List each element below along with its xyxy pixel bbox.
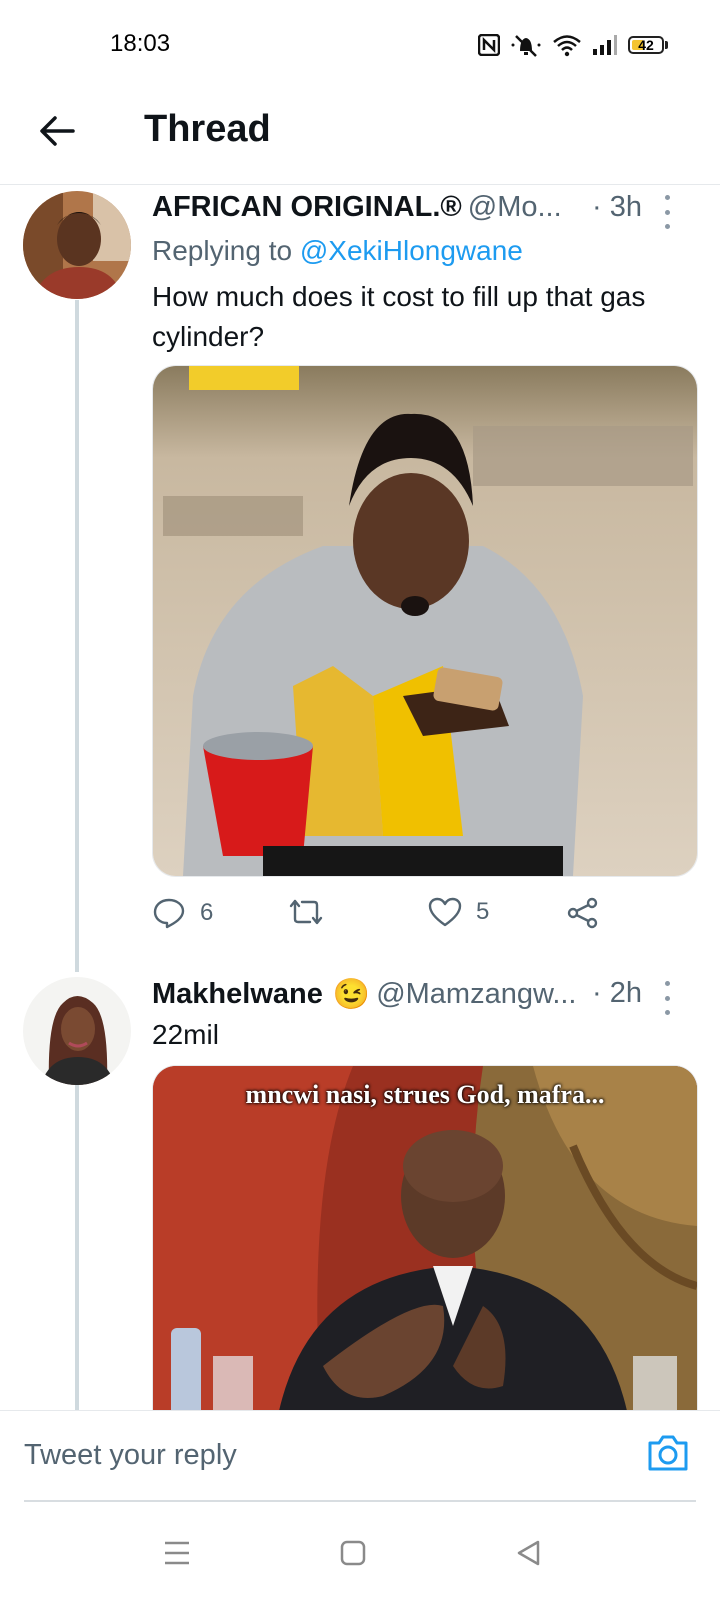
status-bar: 18:03 42 xyxy=(0,0,720,90)
tweet-photo[interactable]: mncwi nasi, strues God, mafra... xyxy=(152,1065,698,1410)
reply-button[interactable]: 6 xyxy=(152,897,213,929)
menu-nav-button[interactable] xyxy=(164,1540,190,1571)
share-icon xyxy=(567,897,598,929)
replying-to-link[interactable]: @XekiHlongwane xyxy=(300,235,523,266)
author-handle[interactable]: @Mamzangw... xyxy=(376,978,576,1011)
signal-icon xyxy=(593,35,617,55)
tweet-text: 22mil xyxy=(152,1019,219,1050)
avatar[interactable] xyxy=(23,191,131,299)
author-name[interactable]: AFRICAN ORIGINAL.® xyxy=(152,191,462,224)
retweet-icon xyxy=(289,899,323,925)
status-time: 18:03 xyxy=(110,30,171,57)
app-header: Thread xyxy=(0,90,720,185)
reply-count: 6 xyxy=(200,899,214,926)
page-title: Thread xyxy=(144,108,271,150)
system-nav-bar xyxy=(0,1510,720,1600)
more-options-icon[interactable] xyxy=(655,195,679,229)
like-count: 5 xyxy=(476,898,490,925)
wink-emoji-icon: 😉 xyxy=(332,978,371,1011)
more-options-icon[interactable] xyxy=(655,981,679,1015)
nfc-icon xyxy=(478,34,500,56)
avatar[interactable] xyxy=(23,977,131,1085)
reply-divider xyxy=(24,1500,696,1502)
retweet-button[interactable] xyxy=(288,897,324,927)
tweet-header: AFRICAN ORIGINAL.® @Mo... xyxy=(152,191,562,224)
heart-icon xyxy=(428,897,462,927)
tweet-text: How much does it cost to fill up that ga… xyxy=(152,281,646,352)
camera-icon xyxy=(648,1435,688,1471)
author-name[interactable]: Makhelwane xyxy=(152,978,323,1011)
menu-icon xyxy=(165,1541,189,1565)
arrow-left-icon xyxy=(40,116,75,146)
tweet-time: · 3h xyxy=(592,191,642,223)
tweet-photo[interactable] xyxy=(152,365,698,877)
mute-bell-icon xyxy=(511,35,541,57)
wifi-icon xyxy=(553,35,581,57)
home-nav-button[interactable] xyxy=(340,1540,366,1571)
camera-button[interactable] xyxy=(646,1433,690,1478)
back-button[interactable] xyxy=(32,106,82,156)
reply-icon xyxy=(153,898,185,929)
reply-bar xyxy=(0,1410,720,1503)
tweet-actions: 6 5 xyxy=(152,897,692,947)
tweet-header: Makhelwane 😉 @Mamzangw... xyxy=(152,977,576,1012)
thread-line xyxy=(75,300,79,972)
share-button[interactable] xyxy=(566,897,600,929)
meme-caption: mncwi nasi, strues God, mafra... xyxy=(245,1080,605,1109)
battery-icon: 42 xyxy=(628,36,668,54)
like-button[interactable]: 5 xyxy=(428,897,489,927)
tweet-time: · 2h xyxy=(592,977,642,1009)
thread-list[interactable]: AFRICAN ORIGINAL.® @Mo... · 3h Replying … xyxy=(0,185,720,1410)
author-handle[interactable]: @Mo... xyxy=(468,191,562,224)
thread-line xyxy=(75,1085,79,1410)
battery-level: 42 xyxy=(638,37,654,53)
status-icons: 42 xyxy=(478,32,668,58)
square-icon xyxy=(340,1540,366,1566)
reply-input[interactable] xyxy=(24,1433,584,1477)
triangle-back-icon xyxy=(517,1540,540,1566)
replying-prefix: Replying to xyxy=(152,235,300,266)
back-nav-button[interactable] xyxy=(516,1540,542,1571)
replying-to: Replying to @XekiHlongwane xyxy=(152,235,523,267)
